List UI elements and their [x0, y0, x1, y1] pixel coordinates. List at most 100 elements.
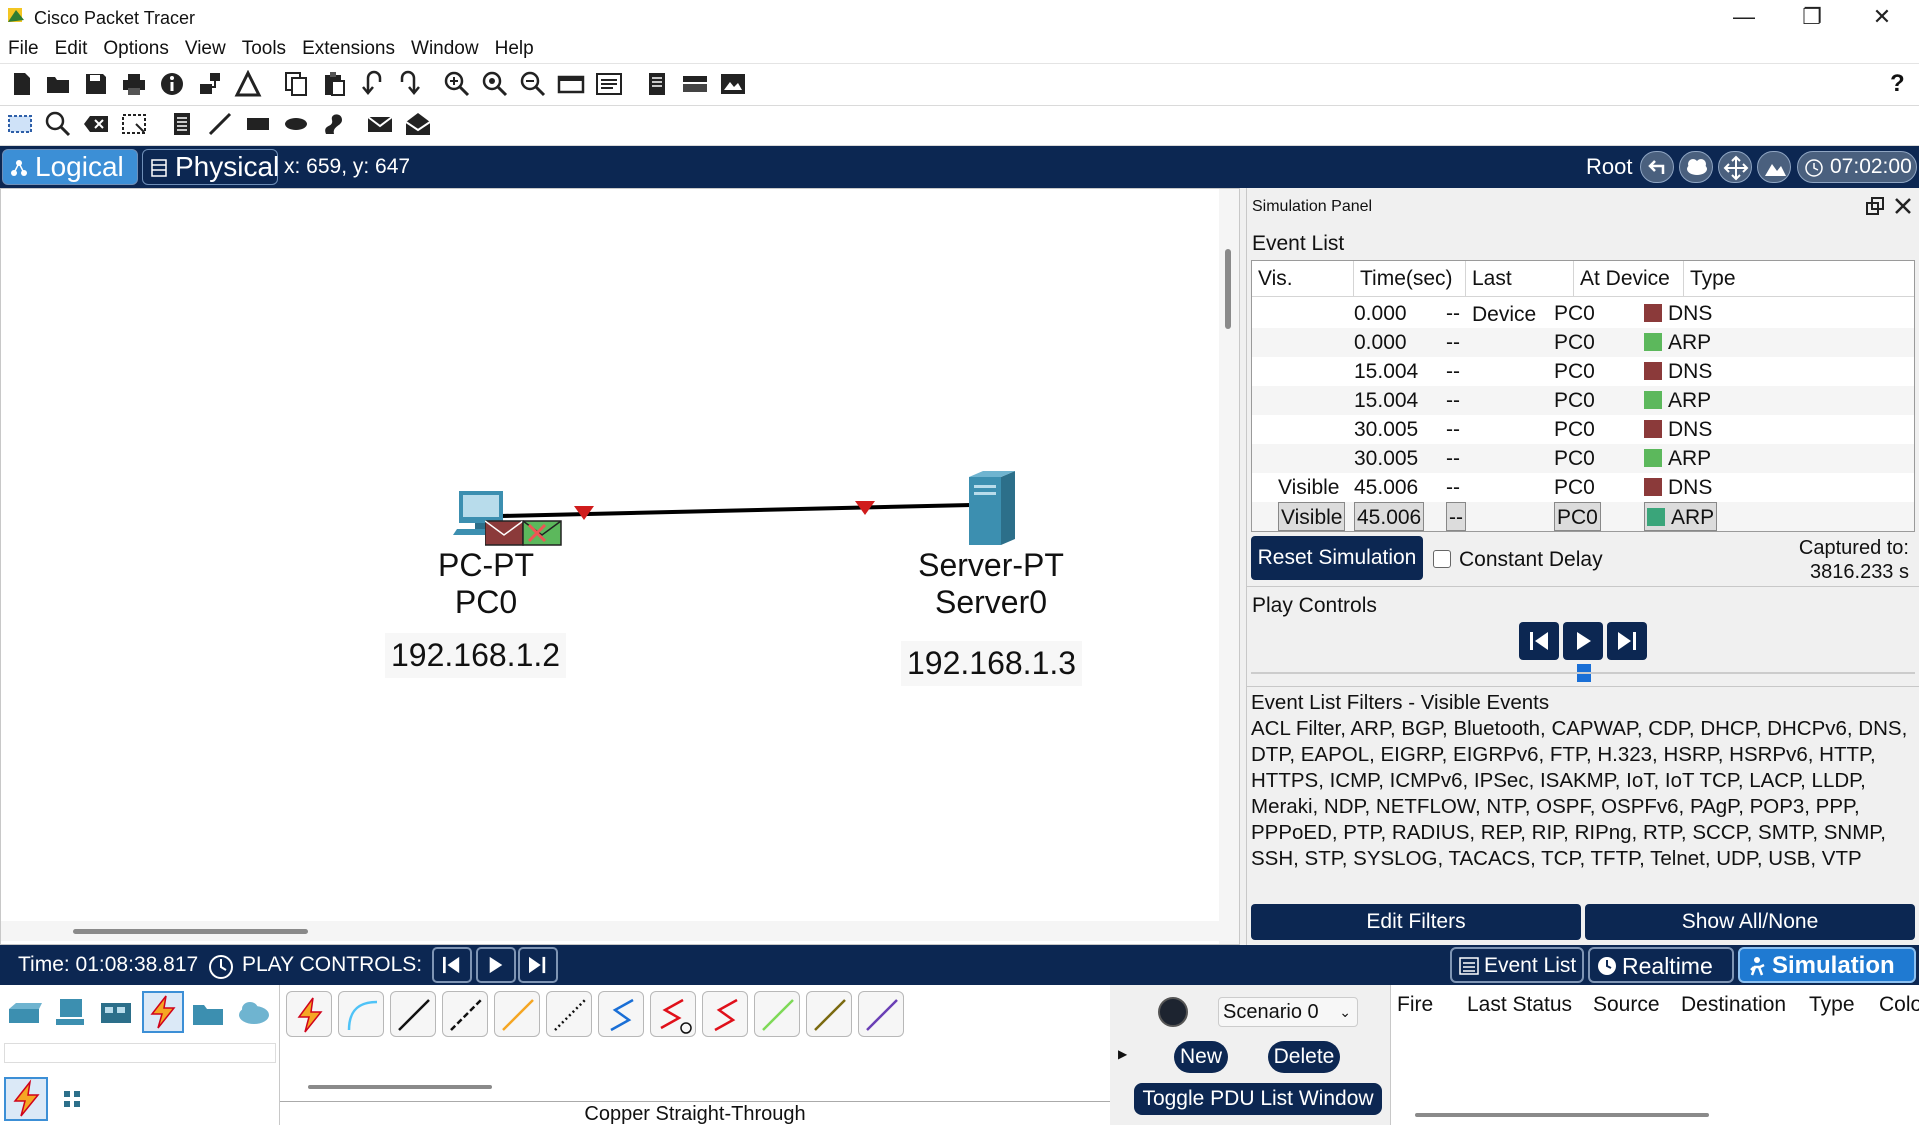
info-icon[interactable] — [158, 70, 186, 98]
power-cycle-icon[interactable] — [206, 951, 236, 981]
help-button[interactable]: ? — [1890, 70, 1905, 98]
server-ip-note[interactable]: 192.168.1.3 — [901, 641, 1083, 686]
draw-ellipse-icon[interactable] — [282, 110, 310, 138]
print-icon[interactable] — [120, 70, 148, 98]
copper-straight-through-button[interactable] — [390, 991, 436, 1037]
menu-tools[interactable]: Tools — [234, 34, 294, 64]
network-wizard-icon[interactable] — [196, 70, 224, 98]
usb-cable-button[interactable] — [858, 991, 904, 1037]
column-type[interactable]: Type — [1684, 261, 1914, 297]
add-simple-pdu-icon[interactable] — [366, 110, 394, 138]
zoom-out-icon[interactable] — [519, 70, 547, 98]
custom-device-dialog-icon[interactable] — [595, 70, 623, 98]
add-complex-pdu-icon[interactable] — [404, 110, 432, 138]
connections-category-button[interactable] — [142, 991, 184, 1033]
event-list-tab[interactable]: Event List — [1450, 947, 1584, 983]
copper-cross-over-button[interactable] — [442, 991, 488, 1037]
serial-dce-button[interactable] — [650, 991, 696, 1037]
event-row[interactable]: 30.005 -- PC0 ARP — [1252, 444, 1914, 473]
octal-button[interactable] — [754, 991, 800, 1037]
step-forward-button[interactable] — [1607, 622, 1647, 660]
console-cable-button[interactable] — [338, 991, 384, 1037]
expand-arrow-icon[interactable]: ▶ — [1118, 1047, 1127, 1061]
new-file-icon[interactable] — [8, 70, 36, 98]
close-panel-icon[interactable] — [1893, 196, 1913, 216]
column-time[interactable]: Time(sec) — [1354, 261, 1466, 297]
iot-custom-cable-button[interactable] — [806, 991, 852, 1037]
physical-tab[interactable]: Physical — [142, 149, 279, 185]
delete-icon[interactable] — [82, 110, 110, 138]
paste-icon[interactable] — [320, 70, 348, 98]
event-row[interactable]: Visible 45.006 -- PC0 ARP — [1252, 502, 1914, 531]
scenario-select[interactable]: Scenario 0 ⌄ — [1218, 997, 1358, 1027]
automatic-connection-button[interactable] — [286, 991, 332, 1037]
new-scenario-button[interactable]: New — [1174, 1041, 1228, 1073]
components-icon[interactable] — [98, 995, 134, 1031]
menu-help[interactable]: Help — [487, 34, 542, 64]
drawing-palette-icon[interactable] — [557, 70, 585, 98]
note-icon[interactable] — [168, 110, 196, 138]
pc-ip-note[interactable]: 192.168.1.2 — [385, 633, 567, 678]
logical-tab[interactable]: Logical — [2, 149, 138, 185]
zoom-reset-icon[interactable] — [481, 70, 509, 98]
copy-icon[interactable] — [282, 70, 310, 98]
server-device-icon[interactable] — [965, 467, 1019, 547]
event-row[interactable]: 0.000 -- PC0 DNS — [1252, 299, 1914, 328]
close-button[interactable]: ✕ — [1848, 0, 1916, 34]
pdu-column-type[interactable]: Type — [1809, 993, 1855, 1017]
image-view-icon[interactable] — [719, 70, 747, 98]
restore-button[interactable]: ❐ — [1778, 0, 1846, 34]
edit-filters-button[interactable]: Edit Filters — [1251, 904, 1581, 940]
column-last-device[interactable]: Last Device — [1466, 261, 1574, 326]
pdu-column-color[interactable]: Colo — [1879, 993, 1919, 1017]
status-play-button[interactable] — [476, 947, 516, 983]
logical-workspace[interactable]: PC-PT PC0 192.168.1.2 Server-PT Server0 … — [0, 188, 1240, 945]
open-folder-icon[interactable] — [44, 70, 72, 98]
toggle-pdu-list-button[interactable]: Toggle PDU List Window — [1134, 1083, 1382, 1115]
grid-icon[interactable] — [58, 1085, 86, 1113]
menu-file[interactable]: File — [0, 34, 47, 64]
fiber-button[interactable] — [494, 991, 540, 1037]
menu-edit[interactable]: Edit — [47, 34, 96, 64]
coaxial-button[interactable] — [598, 991, 644, 1037]
draw-rectangle-icon[interactable] — [244, 110, 272, 138]
menu-options[interactable]: Options — [95, 34, 176, 64]
copper-link[interactable] — [500, 503, 972, 518]
status-step-back-button[interactable] — [432, 947, 472, 983]
delete-scenario-button[interactable]: Delete — [1268, 1041, 1340, 1073]
menu-window[interactable]: Window — [403, 34, 487, 64]
select-icon[interactable] — [6, 110, 34, 138]
serial-dte-button[interactable] — [702, 991, 748, 1037]
constant-delay-checkbox[interactable] — [1433, 550, 1451, 568]
save-icon[interactable] — [82, 70, 110, 98]
event-row[interactable]: 0.000 -- PC0 ARP — [1252, 328, 1914, 357]
device-search-field[interactable] — [4, 1043, 276, 1063]
pdu-column-fire[interactable]: Fire — [1397, 993, 1433, 1017]
workspace-horizontal-scrollbar[interactable] — [1, 921, 1219, 941]
connection-scroll-thumb[interactable] — [308, 1085, 492, 1089]
undock-icon[interactable] — [1865, 196, 1885, 216]
pdu-column-source[interactable]: Source — [1593, 993, 1660, 1017]
event-row[interactable]: 15.004 -- PC0 ARP — [1252, 386, 1914, 415]
event-row[interactable]: Visible 45.006 -- PC0 DNS — [1252, 473, 1914, 502]
phone-button[interactable] — [546, 991, 592, 1037]
pdu-envelope-icon[interactable] — [485, 517, 565, 549]
reset-simulation-button[interactable]: Reset Simulation — [1251, 536, 1423, 580]
miscellaneous-icon[interactable] — [190, 995, 226, 1031]
menu-view[interactable]: View — [177, 34, 234, 64]
device-template-icon[interactable] — [681, 70, 709, 98]
event-row[interactable]: 15.004 -- PC0 DNS — [1252, 357, 1914, 386]
pdu-column-last-status[interactable]: Last Status — [1467, 993, 1572, 1017]
cluster-icon[interactable] — [1679, 151, 1713, 183]
redo-icon[interactable] — [396, 70, 424, 98]
menu-extensions[interactable]: Extensions — [294, 34, 403, 64]
minimize-button[interactable]: — — [1710, 0, 1778, 34]
move-object-icon[interactable] — [1718, 151, 1752, 183]
play-button[interactable] — [1563, 622, 1603, 660]
workspace-vertical-scrollbar[interactable] — [1219, 189, 1239, 944]
event-row[interactable]: 30.005 -- PC0 DNS — [1252, 415, 1914, 444]
resize-shape-icon[interactable] — [120, 110, 148, 138]
realtime-tab[interactable]: Realtime — [1588, 947, 1734, 983]
network-devices-icon[interactable] — [6, 995, 42, 1031]
column-at-device[interactable]: At Device — [1574, 261, 1684, 297]
